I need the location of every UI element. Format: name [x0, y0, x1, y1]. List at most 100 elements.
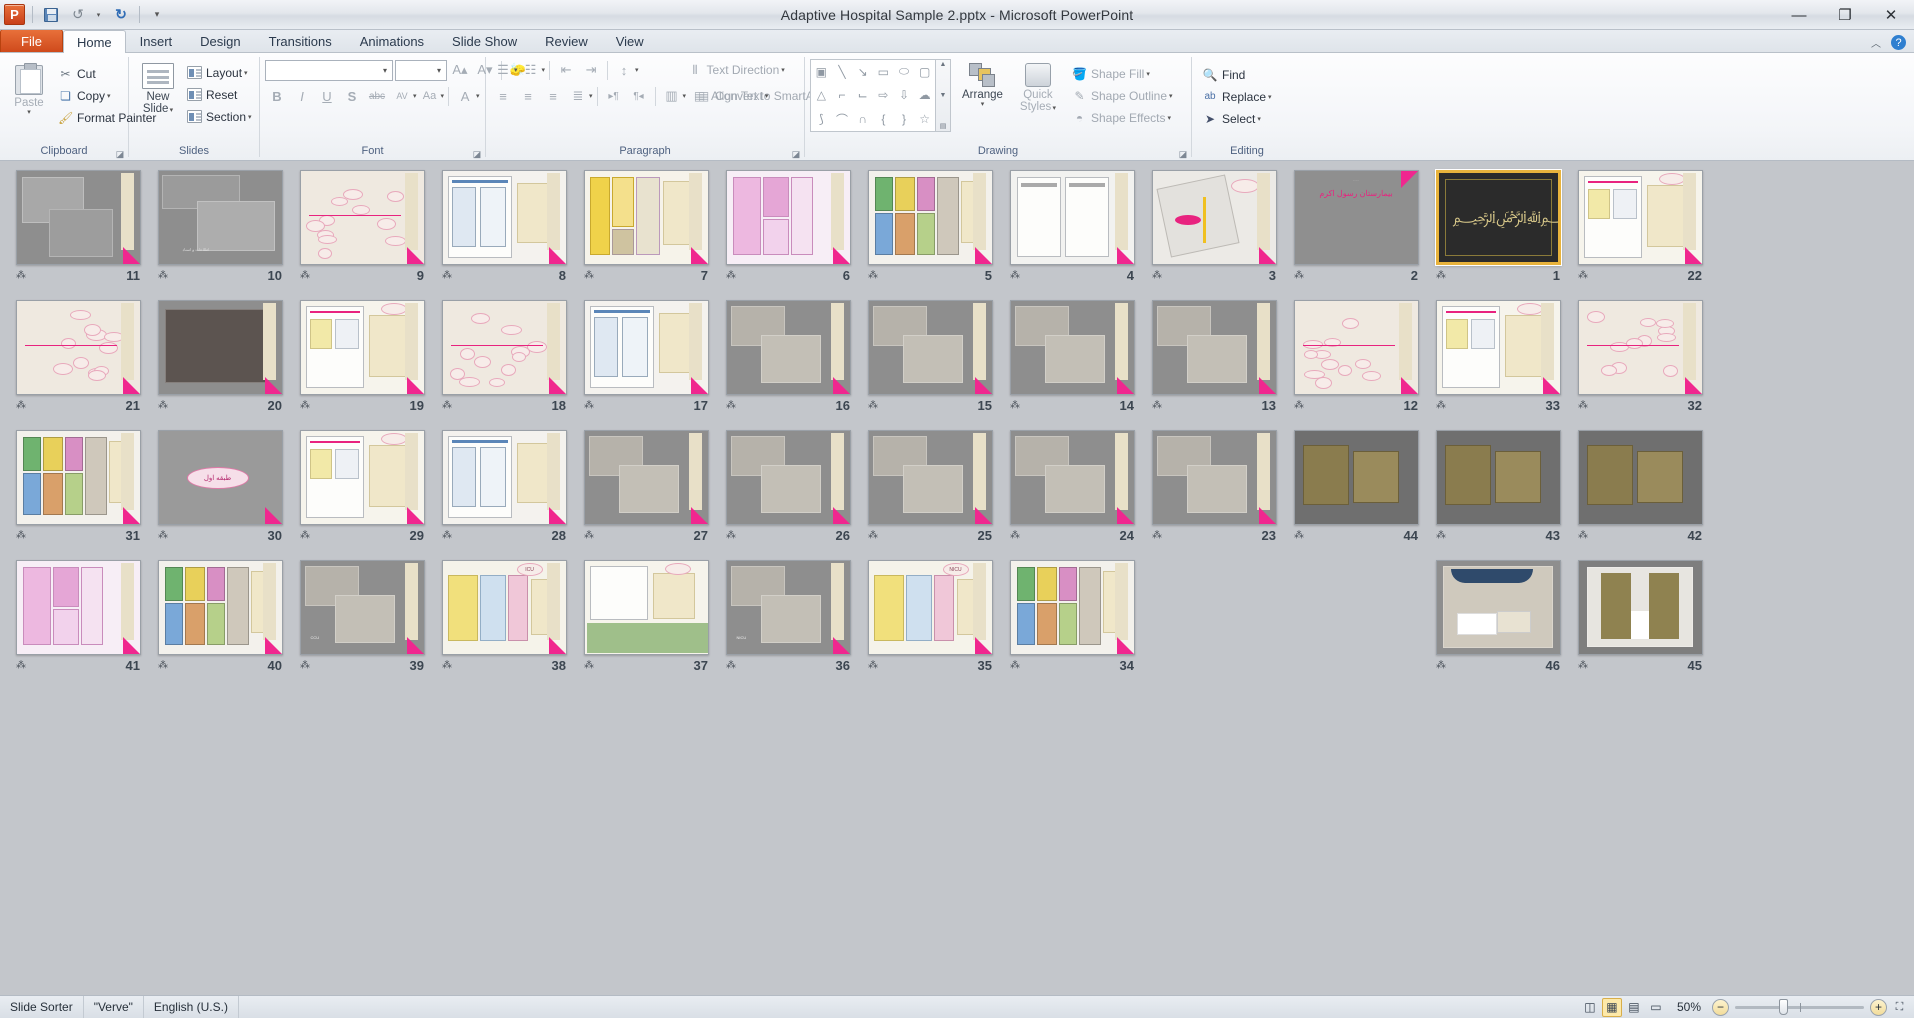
align-right-icon[interactable]: ≡	[541, 85, 565, 107]
tab-file[interactable]: File	[0, 29, 63, 52]
shape-elbow-arrow-icon[interactable]: ⌙	[852, 84, 873, 108]
tab-design[interactable]: Design	[186, 29, 254, 52]
quick-styles-dropdown-icon[interactable]: ▾	[1052, 105, 1056, 112]
transition-star-icon[interactable]: ⁂	[1578, 530, 1587, 541]
columns-icon[interactable]: ▥	[660, 85, 684, 107]
slide-preview[interactable]	[1152, 170, 1277, 265]
transition-star-icon[interactable]: ⁂	[300, 660, 309, 671]
transition-star-icon[interactable]: ⁂	[300, 400, 309, 411]
minimize-button[interactable]: —	[1776, 0, 1822, 30]
tab-transitions[interactable]: Transitions	[255, 29, 346, 52]
slide-preview[interactable]	[1152, 430, 1277, 525]
shape-fill-button[interactable]: 🪣 Shape Fill ▾	[1067, 63, 1178, 84]
customize-quick-access-toolbar-icon[interactable]: ▾	[147, 4, 169, 25]
columns-dropdown-icon[interactable]: ▾	[683, 92, 687, 100]
reading-view-button[interactable]: ▤	[1624, 998, 1644, 1017]
shape-block-arrow-down-icon[interactable]: ⇩	[894, 84, 915, 108]
slide-thumbnail-42[interactable]: ⁂ 42	[1569, 430, 1711, 560]
slide-thumbnail-26[interactable]: ⁂ 26	[717, 430, 859, 560]
slide-preview[interactable]	[16, 170, 141, 265]
transition-star-icon[interactable]: ⁂	[1294, 400, 1303, 411]
slide-preview[interactable]	[300, 170, 425, 265]
slide-thumbnail-10[interactable]: اطلاعات و اسناد ⁂ 10	[149, 170, 291, 300]
shape-effects-button[interactable]: ◓ Shape Effects ▾	[1067, 107, 1178, 128]
undo-dropdown-icon[interactable]: ▾	[94, 4, 105, 25]
transition-star-icon[interactable]: ⁂	[442, 400, 451, 411]
slide-thumbnail-40[interactable]: ⁂ 40	[149, 560, 291, 690]
slide-thumbnail-41[interactable]: ⁂ 41	[7, 560, 149, 690]
slide-preview[interactable]	[1010, 560, 1135, 655]
slide-preview[interactable]	[1152, 300, 1277, 395]
shape-fill-dropdown-icon[interactable]: ▾	[1146, 70, 1150, 78]
change-case-button[interactable]: Aa	[418, 85, 442, 107]
clipboard-dialog-launcher[interactable]: ◪	[115, 149, 125, 159]
line-spacing-icon[interactable]: ↕	[612, 59, 636, 81]
transition-star-icon[interactable]: ⁂	[1152, 400, 1161, 411]
slide-thumbnail-18[interactable]: ⁂ 18	[433, 300, 575, 430]
transition-star-icon[interactable]: ⁂	[1578, 400, 1587, 411]
transition-star-icon[interactable]: ⁂	[16, 400, 25, 411]
transition-star-icon[interactable]: ⁂	[1294, 530, 1303, 541]
slide-preview[interactable]	[1010, 430, 1135, 525]
slide-thumbnail-14[interactable]: ⁂ 14	[1001, 300, 1143, 430]
slide-thumbnail-28[interactable]: ⁂ 28	[433, 430, 575, 560]
slide-preview[interactable]	[1436, 560, 1561, 655]
slide-thumbnail-3[interactable]: ⁂ 3	[1143, 170, 1285, 300]
paste-button[interactable]: Paste ▾	[5, 61, 53, 120]
slide-thumbnail-15[interactable]: ⁂ 15	[859, 300, 1001, 430]
tab-animations[interactable]: Animations	[346, 29, 438, 52]
slide-thumbnail-5[interactable]: ⁂ 5	[859, 170, 1001, 300]
align-left-icon[interactable]: ≡	[491, 85, 515, 107]
slide-thumbnail-36[interactable]: NICU ⁂ 36	[717, 560, 859, 690]
slide-thumbnail-12[interactable]: ⁂ 12	[1285, 300, 1427, 430]
slide-thumbnail-38[interactable]: ICU ⁂ 38	[433, 560, 575, 690]
change-case-dropdown-icon[interactable]: ▾	[441, 92, 445, 100]
paragraph-dialog-launcher[interactable]: ◪	[791, 149, 801, 159]
zoom-out-button[interactable]: −	[1712, 999, 1729, 1016]
zoom-in-button[interactable]: +	[1870, 999, 1887, 1016]
reset-button[interactable]: Reset	[182, 84, 257, 105]
text-shadow-button[interactable]: S	[340, 85, 364, 107]
slide-thumbnail-39[interactable]: CCU ⁂ 39	[291, 560, 433, 690]
slide-preview[interactable]: ICU	[442, 560, 567, 655]
font-dialog-launcher[interactable]: ◪	[472, 149, 482, 159]
slide-thumbnail-37[interactable]: ⁂ 37	[575, 560, 717, 690]
transition-star-icon[interactable]: ⁂	[1010, 530, 1019, 541]
transition-star-icon[interactable]: ⁂	[16, 530, 25, 541]
transition-star-icon[interactable]: ⁂	[868, 530, 877, 541]
transition-star-icon[interactable]: ⁂	[1294, 270, 1303, 281]
slide-preview[interactable]	[584, 170, 709, 265]
slide-sorter-canvas[interactable]: ⁂ 11 اطلاعات و اسناد ⁂ 10 ⁂ 9 ⁂ 8 ⁂ 7 ⁂ 6 ⁂ 5	[0, 161, 1914, 995]
slide-preview[interactable]: CCU	[300, 560, 425, 655]
redo-icon[interactable]: ↻	[110, 4, 132, 25]
normal-view-button[interactable]: ◫	[1580, 998, 1600, 1017]
slide-preview[interactable]: بیمارستان رسول اکرم .....	[1294, 170, 1419, 265]
slide-thumbnail-6[interactable]: ⁂ 6	[717, 170, 859, 300]
shape-textbox-icon[interactable]: ▣	[811, 60, 832, 84]
select-button[interactable]: ➤ Select ▾	[1197, 108, 1277, 129]
layout-button[interactable]: Layout ▾	[182, 62, 257, 83]
slide-thumbnail-21[interactable]: ⁂ 21	[7, 300, 149, 430]
find-button[interactable]: 🔍 Find	[1197, 64, 1277, 85]
slide-preview[interactable]	[300, 430, 425, 525]
slide-thumbnail-23[interactable]: ⁂ 23	[1143, 430, 1285, 560]
font-name-combobox[interactable]: ▾	[265, 60, 393, 81]
paste-dropdown-icon[interactable]: ▾	[27, 110, 31, 116]
transition-star-icon[interactable]: ⁂	[300, 530, 309, 541]
slide-preview[interactable]	[16, 560, 141, 655]
tab-insert[interactable]: Insert	[126, 29, 187, 52]
slide-preview[interactable]	[1010, 170, 1135, 265]
slide-thumbnail-13[interactable]: ⁂ 13	[1143, 300, 1285, 430]
justify-icon[interactable]: ≣	[566, 85, 590, 107]
minimize-ribbon-icon[interactable]: ︿	[1871, 35, 1881, 50]
slide-preview[interactable]	[1578, 170, 1703, 265]
slide-preview[interactable]	[1010, 300, 1135, 395]
transition-star-icon[interactable]: ⁂	[584, 660, 593, 671]
strikethrough-button[interactable]: abc	[365, 85, 389, 107]
shape-right-brace-icon[interactable]: }	[894, 107, 915, 131]
transition-star-icon[interactable]: ⁂	[16, 270, 25, 281]
grow-font-button[interactable]: A▴	[448, 59, 472, 81]
quick-styles-button[interactable]: Quick Styles ▾	[1014, 59, 1062, 119]
slide-preview[interactable]	[584, 560, 709, 655]
slide-thumbnail-11[interactable]: ⁂ 11	[7, 170, 149, 300]
